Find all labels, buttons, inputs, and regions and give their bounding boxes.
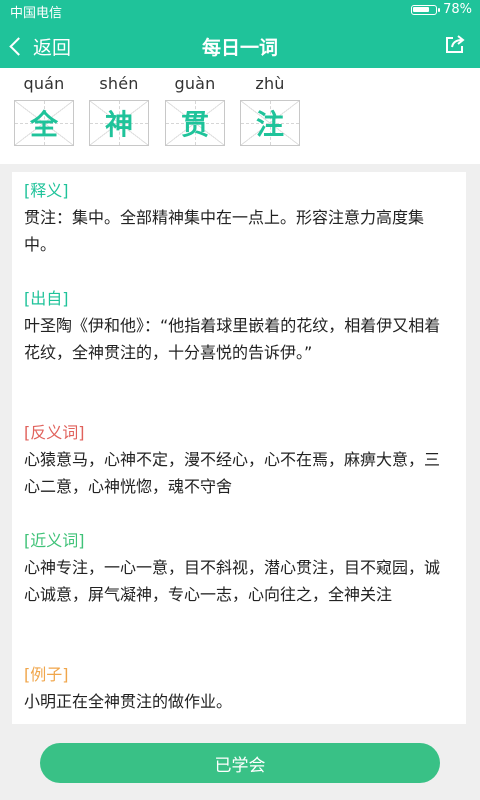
definition-card: [释义] 贯注：集中。全部精神集中在一点上。形容注意力高度集中。 [出自] 叶圣… [12,172,466,724]
pinyin: zhù [255,74,285,93]
app-bar: 返回 每日一词 [0,22,480,68]
char-item: quán 全 [14,68,74,146]
source-text: 叶圣陶《伊和他》：“他指着球里嵌着的花纹，相着伊又相着花纹，全神贯注的，十分喜悦… [24,316,441,362]
hanzi-box: 贯 [165,100,225,146]
page-title: 每日一词 [201,37,278,59]
learned-button[interactable]: 已学会 [40,743,440,783]
hanzi-box: 全 [14,100,74,146]
antonyms-title: [反义词] [24,423,85,442]
hanzi-box: 注 [240,100,300,146]
char-item: shén 神 [89,68,149,146]
meaning-section: [释义] 贯注：集中。全部精神集中在一点上。形容注意力高度集中。 [24,180,454,258]
hanzi: 注 [255,108,284,141]
char-item: guàn 贯 [165,68,225,146]
meaning-text: 贯注：集中。全部精神集中在一点上。形容注意力高度集中。 [24,208,425,254]
hanzi: 贯 [180,108,209,141]
example-text: 小明正在全神贯注的做作业。 [24,692,233,711]
share-icon[interactable] [444,34,466,54]
pinyin: shén [99,74,139,93]
hanzi-box: 神 [89,100,149,146]
battery-icon [411,4,441,15]
status-bar: 中国电信 78% [0,0,480,22]
carrier-name: 中国电信 [10,6,63,21]
example-title: [例子] [24,665,69,684]
char-item: zhù 注 [240,68,300,146]
pinyin: guàn [174,74,216,93]
pinyin: quán [23,74,65,93]
antonyms-text: 心猿意马，心神不定，漫不经心，心不在焉，麻痹大意，三心二意，心神恍惚，魂不守舍 [24,450,441,496]
battery-indicator: 78% [411,2,472,17]
meaning-title: [释义] [24,181,69,200]
hanzi: 神 [104,108,133,141]
example-section: [例子] 小明正在全神贯注的做作业。 [24,664,454,715]
antonyms-section: [反义词] 心猿意马，心神不定，漫不经心，心不在焉，麻痹大意，三心二意，心神恍惚… [24,422,454,500]
source-section: [出自] 叶圣陶《伊和他》：“他指着球里嵌着的花纹，相着伊又相着花纹，全神贯注的… [24,288,454,366]
source-title: [出自] [24,289,69,308]
hanzi: 全 [29,108,58,141]
synonyms-text: 心神专注，一心一意，目不斜视，潜心贯注，目不窥园，诚心诚意，屏气凝神，专心一志，… [24,558,441,604]
battery-fill [413,6,430,12]
synonyms-title: [近义词] [24,531,85,550]
word-characters: quán 全 shén 神 guàn 贯 zhù 注 [0,68,480,164]
synonyms-section: [近义词] 心神专注，一心一意，目不斜视，潜心贯注，目不窥园，诚心诚意，屏气凝神… [24,530,454,608]
battery-percent: 78% [443,2,472,17]
